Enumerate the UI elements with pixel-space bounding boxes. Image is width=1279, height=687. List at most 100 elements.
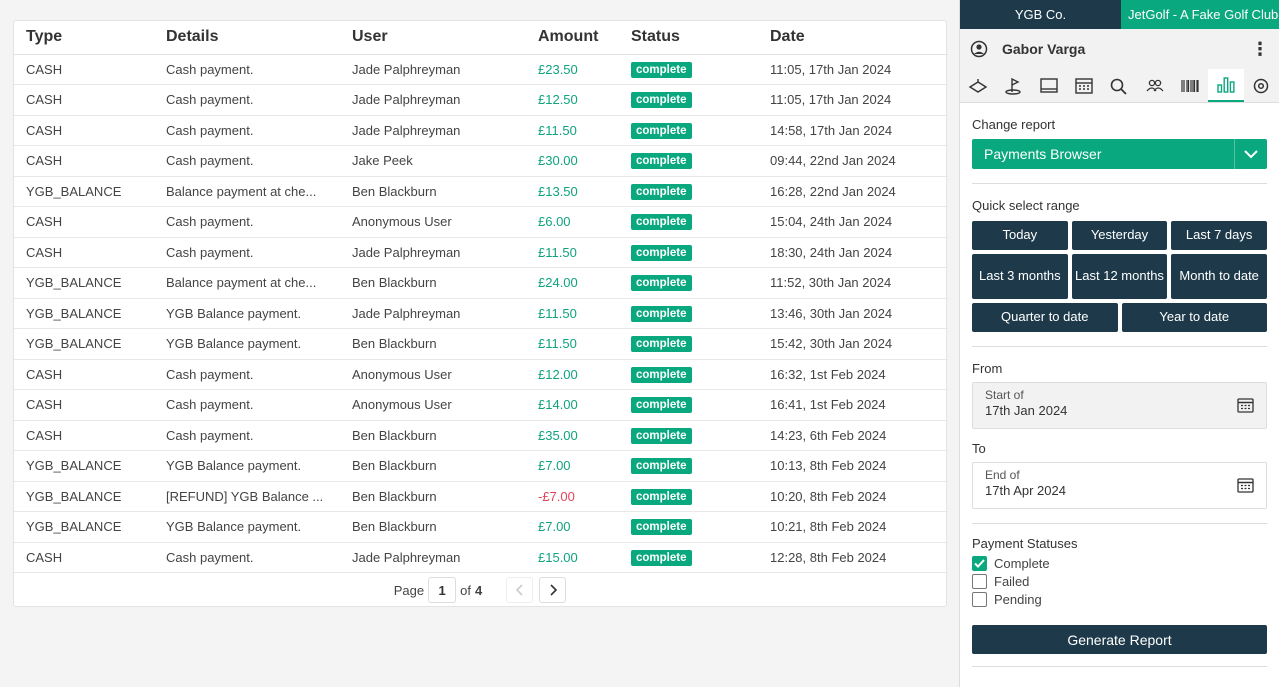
chevron-down-icon[interactable] — [1234, 139, 1267, 169]
last-7-days-button[interactable]: Last 7 days — [1171, 221, 1267, 250]
cell-amount: £11.50 — [526, 237, 619, 268]
last-12-months-button[interactable]: Last 12 months — [1071, 254, 1168, 299]
cell-type: YGB_BALANCE — [14, 328, 154, 360]
report-select[interactable]: Payments Browser — [972, 139, 1267, 169]
table-row[interactable]: YGB_BALANCE YGB Balance payment. Ben Black… — [14, 450, 948, 482]
status-pending-checkbox[interactable]: Pending — [972, 590, 1267, 608]
search-icon[interactable] — [1102, 69, 1137, 102]
table-row[interactable]: CASH Cash payment. Jade Palphreyman £11.50 c… — [14, 237, 948, 268]
next-page-button[interactable] — [539, 577, 567, 603]
settings-icon[interactable] — [1244, 69, 1279, 102]
cell-date: 16:32, 1st Feb 2024 — [758, 359, 948, 390]
cell-details: YGB Balance payment. — [154, 450, 340, 482]
table-row[interactable]: CASH Cash payment. Jade Palphreyman £11.50 c… — [14, 115, 948, 146]
cell-user: Ben Blackburn — [340, 511, 526, 543]
table-row[interactable]: CASH Cash payment. Jade Palphreyman £23.50 c… — [14, 54, 948, 85]
col-header-status[interactable]: Status — [619, 21, 758, 55]
cell-amount: £11.50 — [526, 115, 619, 146]
status-failed-checkbox[interactable]: Failed — [972, 572, 1267, 590]
cell-type: CASH — [14, 420, 154, 451]
cell-type: YGB_BALANCE — [14, 511, 154, 543]
table-row[interactable]: YGB_BALANCE YGB Balance payment. Ben Black… — [14, 511, 948, 543]
table-row[interactable]: CASH Cash payment. Anonymous User £14.00 com… — [14, 389, 948, 421]
cell-status: complete — [619, 389, 758, 421]
table-row[interactable]: YGB_BALANCE [REFUND] YGB Balance ... Ben B… — [14, 481, 948, 512]
table-row[interactable]: CASH Cash payment. Jade Palphreyman £15.00 c… — [14, 542, 948, 573]
prev-page-button[interactable] — [506, 577, 534, 603]
cell-date: 16:41, 1st Feb 2024 — [758, 389, 948, 421]
calendar-icon[interactable] — [1237, 397, 1254, 413]
cell-amount: £12.50 — [526, 84, 619, 116]
barcode-icon[interactable] — [1173, 69, 1208, 102]
today-button[interactable]: Today — [972, 221, 1068, 250]
cell-user: Jade Palphreyman — [340, 84, 526, 116]
users-icon[interactable] — [1137, 69, 1172, 102]
chart-icon[interactable] — [1208, 69, 1244, 102]
cell-user: Jade Palphreyman — [340, 237, 526, 268]
table-row[interactable]: CASH Cash payment. Jade Palphreyman £12.50 c… — [14, 84, 948, 116]
checkbox-checked-icon[interactable] — [972, 555, 987, 571]
golf-flag-icon[interactable] — [995, 69, 1030, 102]
cell-details: YGB Balance payment. — [154, 511, 340, 543]
generate-report-button[interactable]: Generate Report — [972, 625, 1267, 654]
page-number-input[interactable]: 1 — [428, 577, 457, 603]
cell-user: Ben Blackburn — [340, 481, 526, 512]
kebab-menu-icon[interactable]: ⋮ — [1251, 39, 1269, 60]
checkbox-icon[interactable] — [972, 573, 987, 589]
calendar-icon[interactable] — [1237, 477, 1254, 493]
col-header-user[interactable]: User — [340, 21, 526, 55]
calendar-icon[interactable] — [1066, 69, 1101, 102]
status-label: Complete — [994, 555, 1050, 571]
table-row[interactable]: CASH Cash payment. Anonymous User £6.00 comp… — [14, 206, 948, 238]
tab-ygb-co[interactable]: YGB Co. — [960, 0, 1121, 29]
table-row[interactable]: CASH Cash payment. Ben Blackburn £35.00 comp… — [14, 420, 948, 451]
checkbox-icon[interactable] — [972, 591, 987, 607]
to-date-field[interactable]: End of 17th Apr 2024 — [972, 462, 1267, 509]
of-label: of — [460, 582, 471, 598]
status-badge: complete — [631, 275, 692, 292]
cell-user: Jade Palphreyman — [340, 115, 526, 146]
payments-table: Type Details User Amount Status Date CAS… — [14, 21, 948, 573]
col-header-amount[interactable]: Amount — [526, 21, 619, 55]
col-header-date[interactable]: Date — [758, 21, 948, 55]
yesterday-button[interactable]: Yesterday — [1071, 221, 1168, 250]
cell-details: YGB Balance payment. — [154, 298, 340, 329]
from-date-field[interactable]: Start of 17th Jan 2024 — [972, 382, 1267, 429]
table-row[interactable]: YGB_BALANCE Balance payment at che... Ben … — [14, 176, 948, 207]
cell-status: complete — [619, 206, 758, 238]
last-3-months-button[interactable]: Last 3 months — [972, 254, 1068, 299]
cell-details: Cash payment. — [154, 359, 340, 390]
tee-icon[interactable] — [960, 69, 995, 102]
table-row[interactable]: CASH Cash payment. Anonymous User £12.00 com… — [14, 359, 948, 390]
year-to-date-button[interactable]: Year to date — [1121, 303, 1267, 332]
cell-details: Cash payment. — [154, 54, 340, 85]
month-to-date-button[interactable]: Month to date — [1171, 254, 1267, 299]
col-header-details[interactable]: Details — [154, 21, 340, 55]
table-row[interactable]: YGB_BALANCE YGB Balance payment. Jade Palp… — [14, 298, 948, 329]
from-date-value: 17th Jan 2024 — [985, 403, 1068, 418]
status-badge: complete — [631, 61, 692, 78]
cell-date: 15:42, 30th Jan 2024 — [758, 328, 948, 360]
from-date-caption: Start of — [985, 388, 1024, 402]
screen-icon[interactable] — [1031, 69, 1066, 102]
table-row[interactable]: YGB_BALANCE YGB Balance payment. Ben Black… — [14, 328, 948, 360]
status-badge: complete — [631, 92, 692, 109]
cell-details: Cash payment. — [154, 420, 340, 451]
status-badge: complete — [631, 122, 692, 139]
divider — [972, 183, 1267, 184]
cell-type: CASH — [14, 389, 154, 421]
cell-type: CASH — [14, 237, 154, 268]
cell-date: 10:21, 8th Feb 2024 — [758, 511, 948, 543]
table-row[interactable]: CASH Cash payment. Jake Peek £30.00 complete… — [14, 145, 948, 177]
table-row[interactable]: YGB_BALANCE Balance payment at che... Ben … — [14, 267, 948, 299]
cell-user: Ben Blackburn — [340, 267, 526, 299]
cell-date: 11:52, 30th Jan 2024 — [758, 267, 948, 299]
col-header-type[interactable]: Type — [14, 21, 154, 55]
tab-jetgolf[interactable]: JetGolf - A Fake Golf Club — [1121, 0, 1279, 29]
status-complete-checkbox[interactable]: Complete — [972, 554, 1267, 572]
cell-details: Cash payment. — [154, 206, 340, 238]
cell-status: complete — [619, 481, 758, 512]
status-badge: complete — [631, 397, 692, 414]
quarter-to-date-button[interactable]: Quarter to date — [972, 303, 1118, 332]
divider — [972, 666, 1267, 667]
